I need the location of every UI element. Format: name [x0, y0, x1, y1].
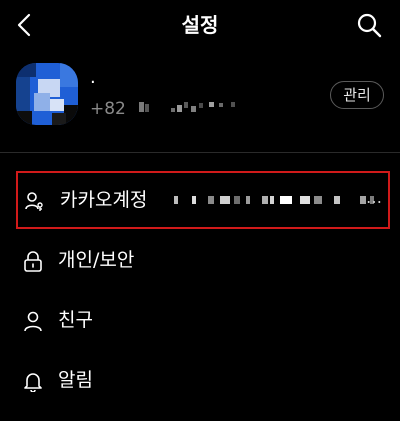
menu-item-friends[interactable]: 친구	[16, 293, 390, 351]
search-button[interactable]	[354, 10, 384, 40]
section-divider	[0, 152, 400, 153]
masked-phone-number	[131, 98, 251, 120]
menu-item-privacy-security[interactable]: 개인/보안	[16, 233, 390, 291]
lock-icon	[24, 251, 42, 272]
phone-prefix: +82	[90, 99, 126, 119]
page-title: 설정	[181, 13, 219, 37]
bell-icon	[24, 373, 42, 392]
menu-item-label: 카카오계정	[60, 189, 148, 211]
avatar[interactable]	[16, 63, 78, 125]
account-icon	[25, 192, 43, 211]
search-icon	[357, 13, 382, 38]
menu-item-kakao-account[interactable]: 카카오계정 …	[16, 171, 390, 229]
masked-account-email	[174, 196, 374, 204]
menu-item-label: 친구	[58, 309, 93, 331]
top-bar: 설정	[0, 0, 400, 52]
profile-name: ·	[90, 72, 96, 93]
menu-item-label: 개인/보안	[58, 249, 135, 271]
menu-item-notifications[interactable]: 알림	[16, 353, 390, 411]
menu-item-label: 알림	[58, 369, 93, 391]
truncation-ellipsis: …	[366, 188, 382, 207]
person-icon	[24, 311, 42, 332]
manage-button[interactable]: 관리	[330, 81, 384, 109]
profile-card[interactable]: · +82 관리	[0, 58, 400, 138]
profile-phone: +82	[90, 98, 251, 120]
pixelated-avatar-image	[16, 63, 78, 125]
